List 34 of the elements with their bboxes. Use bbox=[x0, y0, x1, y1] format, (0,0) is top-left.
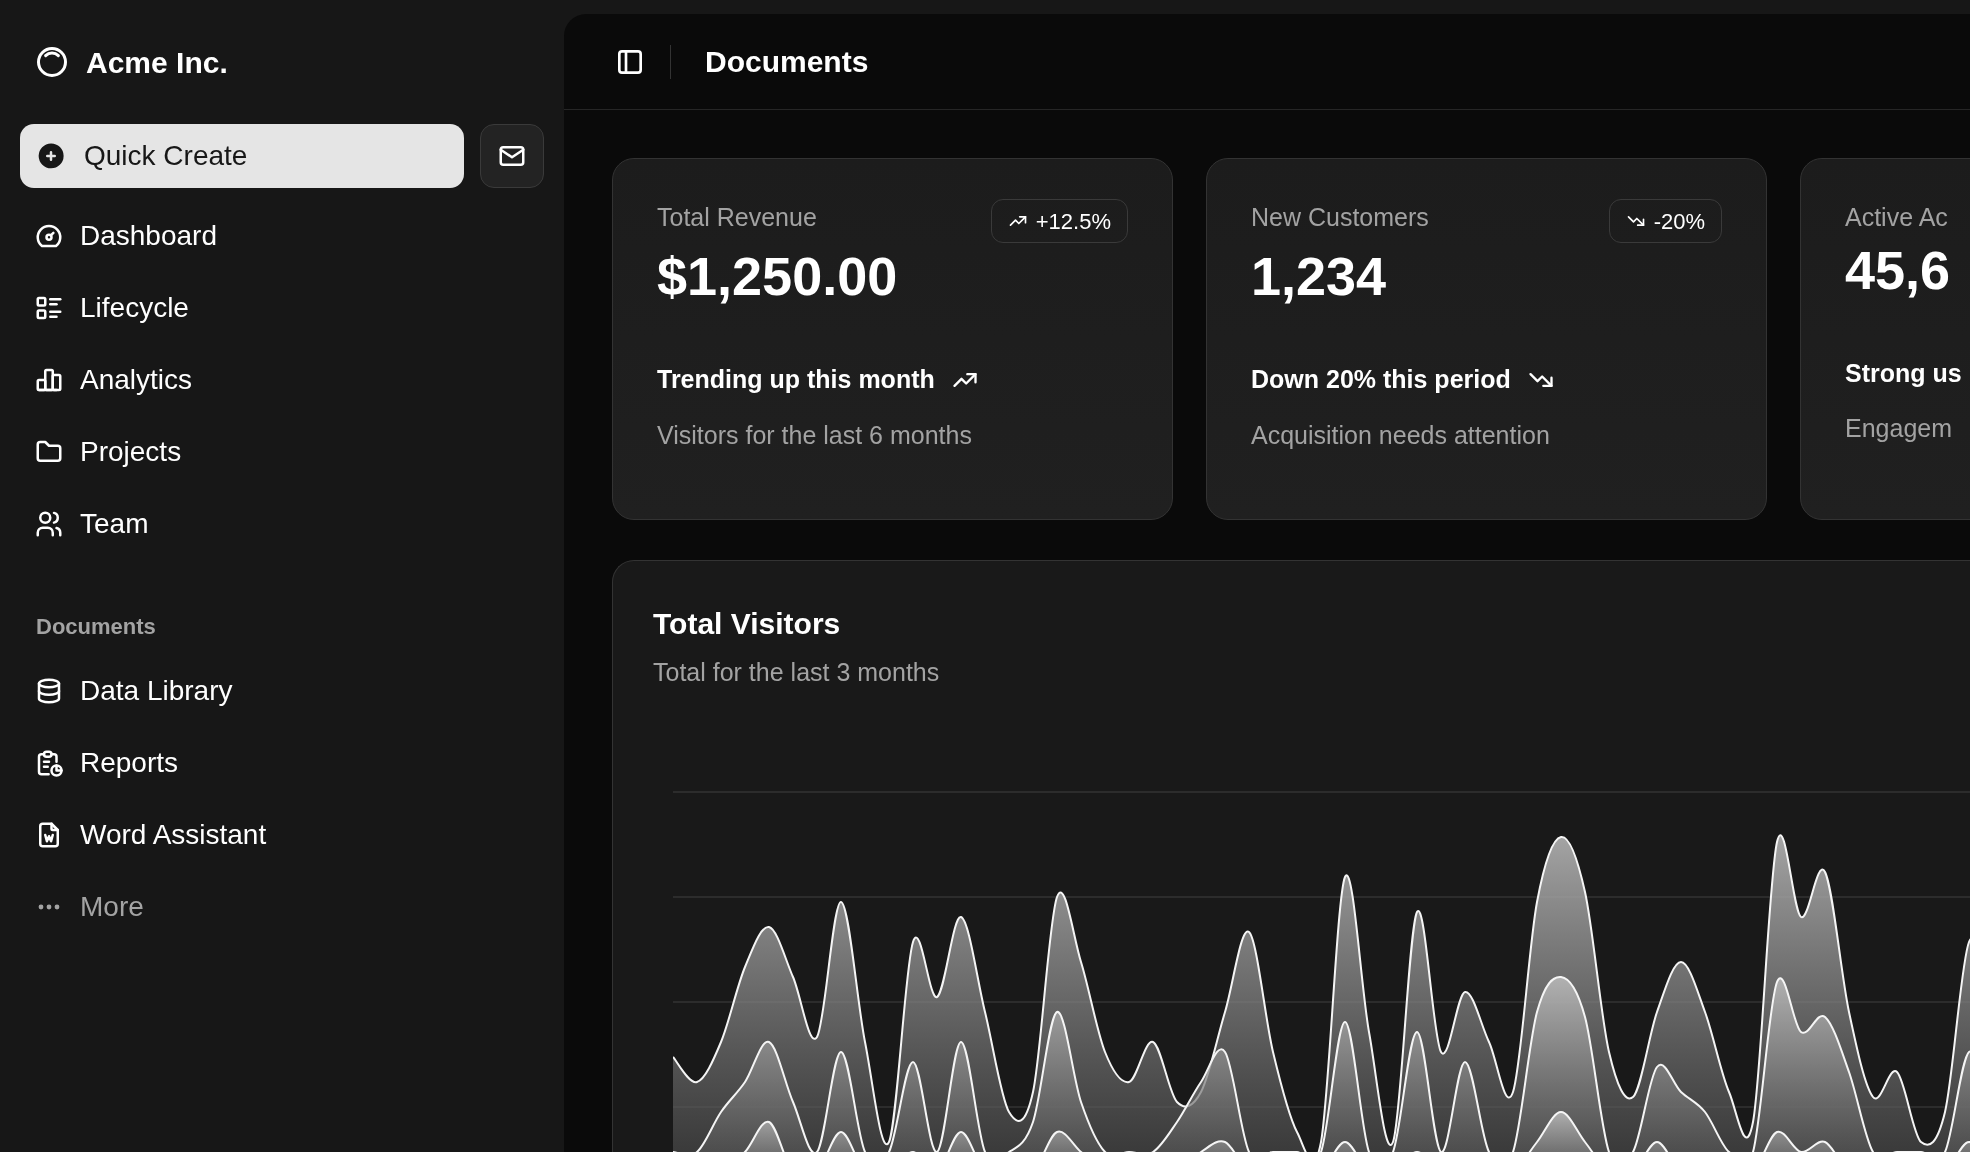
chart-title: Total Visitors bbox=[653, 606, 841, 642]
section-heading: Documents bbox=[35, 613, 157, 641]
stat-headline: Trending up this month bbox=[657, 364, 935, 395]
stat-headline: Strong us bbox=[1845, 357, 1962, 389]
stat-label: New Customers bbox=[1251, 202, 1429, 233]
stat-note: Acquisition needs attention bbox=[1251, 419, 1550, 451]
more-icon bbox=[38, 904, 60, 910]
plus-icon bbox=[36, 141, 66, 171]
nav-item[interactable]: Projects bbox=[20, 416, 544, 488]
nav-item[interactable]: Lifecycle bbox=[20, 272, 544, 344]
nav-item[interactable]: Analytics bbox=[20, 344, 544, 416]
users-icon bbox=[34, 509, 64, 539]
more-item[interactable]: More bbox=[20, 871, 544, 943]
stat-value: $1,250.00 bbox=[657, 249, 898, 303]
mail-button[interactable] bbox=[480, 124, 544, 188]
quick-create-button[interactable]: Quick Create bbox=[20, 124, 464, 188]
stat-label: Total Revenue bbox=[657, 202, 817, 233]
nav-item[interactable]: Team bbox=[20, 488, 544, 560]
stat-headline: Down 20% this period bbox=[1251, 364, 1511, 395]
stat-value: 45,6 bbox=[1845, 242, 1951, 297]
document-item[interactable]: Reports bbox=[20, 727, 544, 799]
stat-note: Visitors for the last 6 months bbox=[657, 419, 972, 451]
brand-name: Acme Inc. bbox=[86, 44, 228, 81]
trend-badge: -20% bbox=[1608, 199, 1722, 243]
trend-badge: +12.5% bbox=[990, 199, 1128, 243]
chart-subtitle: Total for the last 3 months bbox=[653, 657, 940, 688]
nav-item[interactable]: Dashboard bbox=[20, 200, 544, 272]
stat-note: Engagem bbox=[1845, 413, 1953, 444]
stat-label: Active Ac bbox=[1845, 202, 1948, 233]
document-item[interactable]: Word Assistant bbox=[20, 799, 544, 871]
page-title: Documents bbox=[705, 44, 869, 80]
document-item[interactable]: Data Library bbox=[20, 655, 544, 727]
ring-logo-icon bbox=[34, 44, 70, 80]
stat-value: 1,234 bbox=[1251, 249, 1387, 303]
